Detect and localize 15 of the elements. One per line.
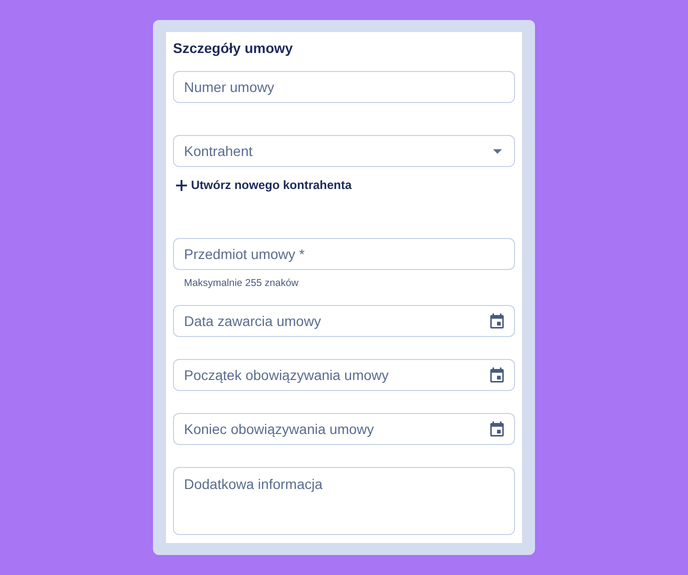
calendar-icon[interactable]: [488, 366, 506, 384]
text-area[interactable]: Dodatkowa informacja: [173, 467, 515, 535]
helper-text: Maksymalnie 255 znaków: [184, 277, 300, 291]
add-link[interactable]: Utwórz nowego kontrahenta: [176, 176, 352, 194]
date-field[interactable]: Początek obowiązywania umowy: [173, 359, 515, 391]
text-field[interactable]: Przedmiot umowy *: [173, 238, 515, 270]
calendar-icon[interactable]: [488, 312, 506, 330]
date-field[interactable]: Data zawarcia umowy: [173, 305, 515, 337]
date-field[interactable]: Koniec obowiązywania umowy: [173, 413, 515, 445]
select-field[interactable]: Kontrahent: [173, 135, 515, 167]
calendar-icon[interactable]: [488, 420, 506, 438]
caret-icon: [493, 149, 502, 154]
section-title: Szczegóły umowy: [173, 39, 294, 58]
plus-icon: [176, 180, 187, 190]
text-field[interactable]: Numer umowy: [173, 71, 515, 103]
